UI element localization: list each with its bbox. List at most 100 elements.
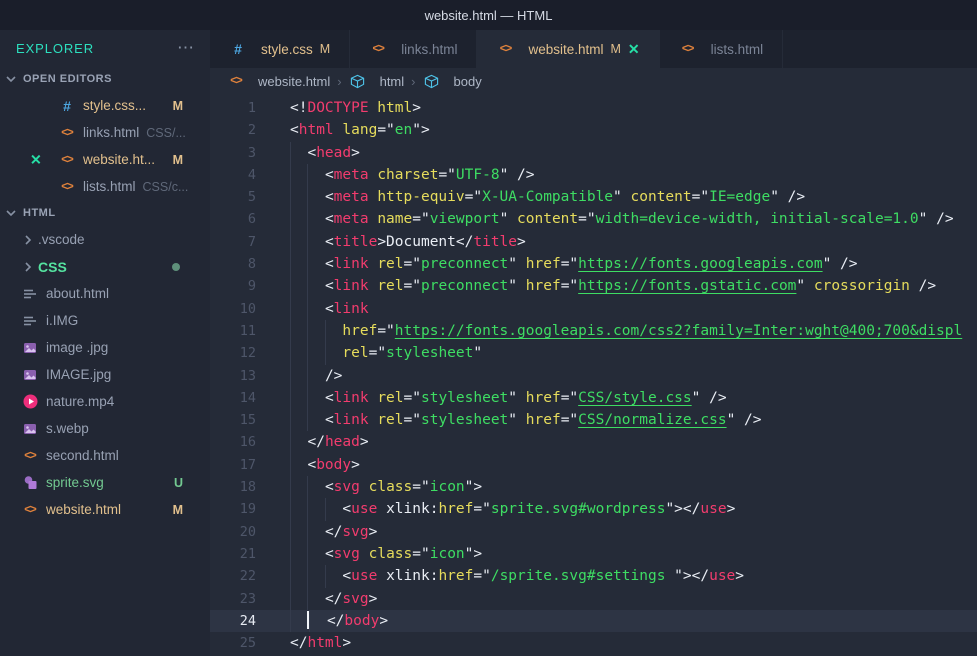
tree-item-second.html[interactable]: <>second.html <box>0 442 210 469</box>
indent-guide <box>307 231 324 253</box>
item-path: CSS/... <box>146 126 186 140</box>
line-number: 11 <box>210 320 256 342</box>
code-line-23[interactable]: 23 </svg> <box>210 588 977 610</box>
token: xlink: <box>377 501 438 517</box>
token: " /> <box>500 167 535 183</box>
indent-guide <box>307 186 324 208</box>
code-line-4[interactable]: 4 <meta charset="UTF-8" /> <box>210 164 977 186</box>
code-line-15[interactable]: 15 <link rel="stylesheet" href="CSS/norm… <box>210 409 977 431</box>
indent-guide <box>290 142 307 164</box>
open-editor-lists.html[interactable]: <>lists.htmlCSS/c... <box>0 173 210 200</box>
token: < <box>325 390 334 406</box>
breadcrumb-separator: › <box>411 74 415 89</box>
line-content: <link rel="stylesheet" href="CSS/normali… <box>256 409 977 431</box>
open-editor-style.css...[interactable]: #style.css...M <box>0 92 210 119</box>
code-line-16[interactable]: 16 </head> <box>210 431 977 453</box>
code-line-5[interactable]: 5 <meta http-equiv="X-UA-Compatible" con… <box>210 186 977 208</box>
line-content: </head> <box>256 431 977 453</box>
code-line-1[interactable]: 1<!DOCTYPE html> <box>210 97 977 119</box>
tree-item-i.img[interactable]: i.IMG <box>0 307 210 334</box>
item-label: .vscode <box>38 232 85 247</box>
tree-item-sprite.svg[interactable]: sprite.svgU <box>0 469 210 496</box>
code-line-7[interactable]: 7 <title>Document</title> <box>210 231 977 253</box>
tab-style.css[interactable]: #style.cssM <box>210 30 350 68</box>
tree-item-s.webp[interactable]: s.webp <box>0 415 210 442</box>
tab-links.html[interactable]: <>links.html <box>350 30 477 68</box>
line-content: <head> <box>256 142 977 164</box>
token: =" <box>404 412 421 428</box>
code-line-22[interactable]: 22 <use xlink:href="/sprite.svg#settings… <box>210 565 977 587</box>
token: link <box>334 278 369 294</box>
line-number: 1 <box>210 97 256 119</box>
code-line-19[interactable]: 19 <use xlink:href="sprite.svg#wordpress… <box>210 498 977 520</box>
code-line-12[interactable]: 12 rel="stylesheet" <box>210 342 977 364</box>
indent-guide <box>290 565 307 587</box>
code-line-10[interactable]: 10 <link <box>210 298 977 320</box>
code-line-3[interactable]: 3 <head> <box>210 142 977 164</box>
editor-column: #style.cssM<>links.html<>website.htmlM✕<… <box>210 30 977 656</box>
code-line-11[interactable]: 11 href="https://fonts.googleapis.com/cs… <box>210 320 977 342</box>
indent-guide <box>307 275 324 297</box>
token: <! <box>290 100 307 116</box>
line-number: 9 <box>210 275 256 297</box>
tree-item-css[interactable]: CSS <box>0 253 210 280</box>
close-icon[interactable]: ✕ <box>628 41 640 58</box>
indent-guide <box>307 365 324 387</box>
breadcrumb-item-html[interactable]: html <box>349 74 405 89</box>
indent-guide <box>290 476 307 498</box>
tree-item-about.html[interactable]: about.html <box>0 280 210 307</box>
token: https://fonts.googleapis.com <box>578 256 822 272</box>
token: href <box>342 323 377 339</box>
tree-item-nature.mp4[interactable]: nature.mp4 <box>0 388 210 415</box>
code-line-17[interactable]: 17 <body> <box>210 454 977 476</box>
token: =" <box>412 479 429 495</box>
breadcrumb-item-website.html[interactable]: <>website.html <box>227 74 330 89</box>
code-line-2[interactable]: 2<html lang="en"> <box>210 119 977 141</box>
breadcrumb-label: website.html <box>258 74 330 89</box>
code-line-9[interactable]: 9 <link rel="preconnect" href="https://f… <box>210 275 977 297</box>
section-header-open-editors[interactable]: OPEN EDITORS <box>0 66 210 92</box>
symbol-cube-icon <box>423 74 441 89</box>
section-header-html[interactable]: HTML <box>0 200 210 226</box>
code-line-14[interactable]: 14 <link rel="stylesheet" href="CSS/styl… <box>210 387 977 409</box>
open-editor-links.html[interactable]: <>links.htmlCSS/... <box>0 119 210 146</box>
tree-item-.vscode[interactable]: .vscode <box>0 226 210 253</box>
breadcrumb-item-body[interactable]: body <box>423 74 482 89</box>
indent-guide <box>307 342 324 364</box>
token: > <box>351 457 360 473</box>
code-line-13[interactable]: 13 /> <box>210 365 977 387</box>
token: " /> <box>770 189 805 205</box>
indent-guide <box>307 409 324 431</box>
line-content: <meta http-equiv="X-UA-Compatible" conte… <box>256 186 977 208</box>
code-line-24[interactable]: 24 </body> <box>210 610 977 632</box>
tree-item-image.jpg[interactable]: IMAGE.jpg <box>0 361 210 388</box>
code-line-6[interactable]: 6 <meta name="viewport" content="width=d… <box>210 208 977 230</box>
indent-guide <box>290 543 307 565</box>
code-line-21[interactable]: 21 <svg class="icon"> <box>210 543 977 565</box>
token: width=device-width, initial-scale=1.0 <box>596 211 919 227</box>
breadcrumb: <>website.html›html›body <box>210 68 977 94</box>
token: " <box>796 278 805 294</box>
tree-item-website.html[interactable]: <>website.htmlM <box>0 496 210 523</box>
chevron-right-icon <box>20 232 36 248</box>
code-line-25[interactable]: 25</html> <box>210 632 977 654</box>
more-actions-icon[interactable]: ⋯ <box>177 43 196 53</box>
tree-item-image-.jpg[interactable]: image .jpg <box>0 334 210 361</box>
code-editor[interactable]: 1<!DOCTYPE html>2<html lang="en">3 <head… <box>210 94 977 656</box>
indent-guide <box>307 588 324 610</box>
token: stylesheet <box>421 390 508 406</box>
tab-website.html[interactable]: <>website.htmlM✕ <box>477 30 659 68</box>
tab-modified-badge: M <box>320 42 330 56</box>
code-line-20[interactable]: 20 </svg> <box>210 521 977 543</box>
html-file-icon: <> <box>58 127 76 139</box>
indent-guide <box>307 164 324 186</box>
open-editor-website.ht...[interactable]: ✕<>website.ht...M <box>0 146 210 173</box>
code-line-8[interactable]: 8 <link rel="preconnect" href="https://f… <box>210 253 977 275</box>
line-number: 8 <box>210 253 256 275</box>
line-number: 17 <box>210 454 256 476</box>
close-icon[interactable]: ✕ <box>30 151 42 168</box>
indent-guide <box>307 208 324 230</box>
token: </ <box>325 591 342 607</box>
code-line-18[interactable]: 18 <svg class="icon"> <box>210 476 977 498</box>
tab-lists.html[interactable]: <>lists.html <box>660 30 784 68</box>
